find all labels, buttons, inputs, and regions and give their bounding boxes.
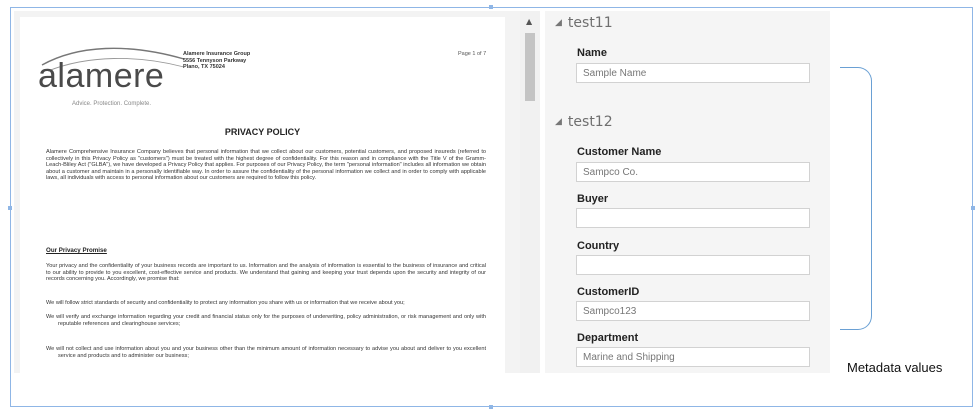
promise-bullet: We will follow strict standards of secur… xyxy=(46,300,405,306)
logo-wordmark: alamere xyxy=(38,57,165,95)
resize-handle-bottom xyxy=(489,405,493,409)
promise-bullet: We will verify and exchange information … xyxy=(46,314,486,327)
scroll-up-arrow-icon[interactable]: ▲ xyxy=(526,17,532,26)
group-title: test12 xyxy=(567,114,613,130)
document-title: PRIVACY POLICY xyxy=(224,127,301,137)
resize-handle-top xyxy=(489,5,493,9)
group-header-test12[interactable]: ◢ test12 xyxy=(555,114,613,130)
resize-handle-right xyxy=(971,206,975,210)
field-label-customerid: CustomerID xyxy=(577,286,640,298)
document-page: alamere Advice. Protection. Complete. Al… xyxy=(20,17,505,373)
logo-tagline: Advice. Protection. Complete. xyxy=(72,101,152,107)
field-label-department: Department xyxy=(577,332,639,344)
collapse-triangle-icon[interactable]: ◢ xyxy=(555,18,562,28)
promise-bullet: We will not collect and use information … xyxy=(46,346,486,359)
buyer-field[interactable] xyxy=(576,208,810,228)
metadata-panel: ◢ test11 Name ◢ test12 Customer Name Buyer… xyxy=(545,11,830,373)
group-title: test11 xyxy=(567,15,613,31)
field-label-customer-name: Customer Name xyxy=(577,146,662,158)
country-field[interactable] xyxy=(576,255,810,275)
page-number: Page 1 of 7 xyxy=(458,51,487,57)
group-header-test11[interactable]: ◢ test11 xyxy=(555,15,613,31)
promise-paragraph: Your privacy and the confidentiality of … xyxy=(46,263,486,283)
customer-name-field[interactable] xyxy=(576,162,810,182)
document-scrollbar[interactable]: ▲ xyxy=(520,11,540,373)
annotation-label: Metadata values xyxy=(847,360,943,375)
resize-handle-left xyxy=(8,206,12,210)
scrollbar-thumb[interactable] xyxy=(525,33,535,101)
field-label-name: Name xyxy=(577,47,607,59)
section-heading: Our Privacy Promise xyxy=(46,247,107,254)
document-preview[interactable]: alamere Advice. Protection. Complete. Al… xyxy=(14,11,520,373)
customerid-field[interactable] xyxy=(576,301,810,321)
company-address: Alamere Insurance Group 5556 Tennyson Pa… xyxy=(183,51,251,70)
collapse-triangle-icon[interactable]: ◢ xyxy=(555,117,562,127)
department-field[interactable] xyxy=(576,347,810,367)
field-label-country: Country xyxy=(577,240,620,252)
name-field[interactable] xyxy=(576,63,810,83)
intro-paragraph: Alamere Comprehensive Insurance Company … xyxy=(46,149,486,182)
field-label-buyer: Buyer xyxy=(577,193,609,205)
annotation-bracket xyxy=(840,67,872,330)
